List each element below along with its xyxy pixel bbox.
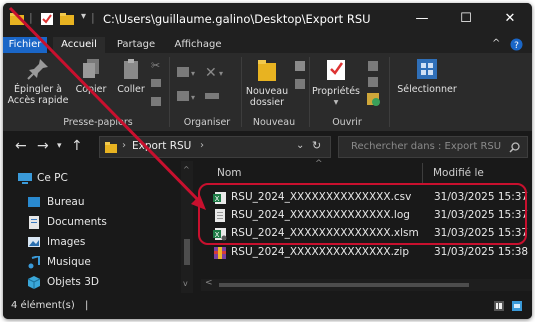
annotation-arrow	[8, 6, 206, 210]
